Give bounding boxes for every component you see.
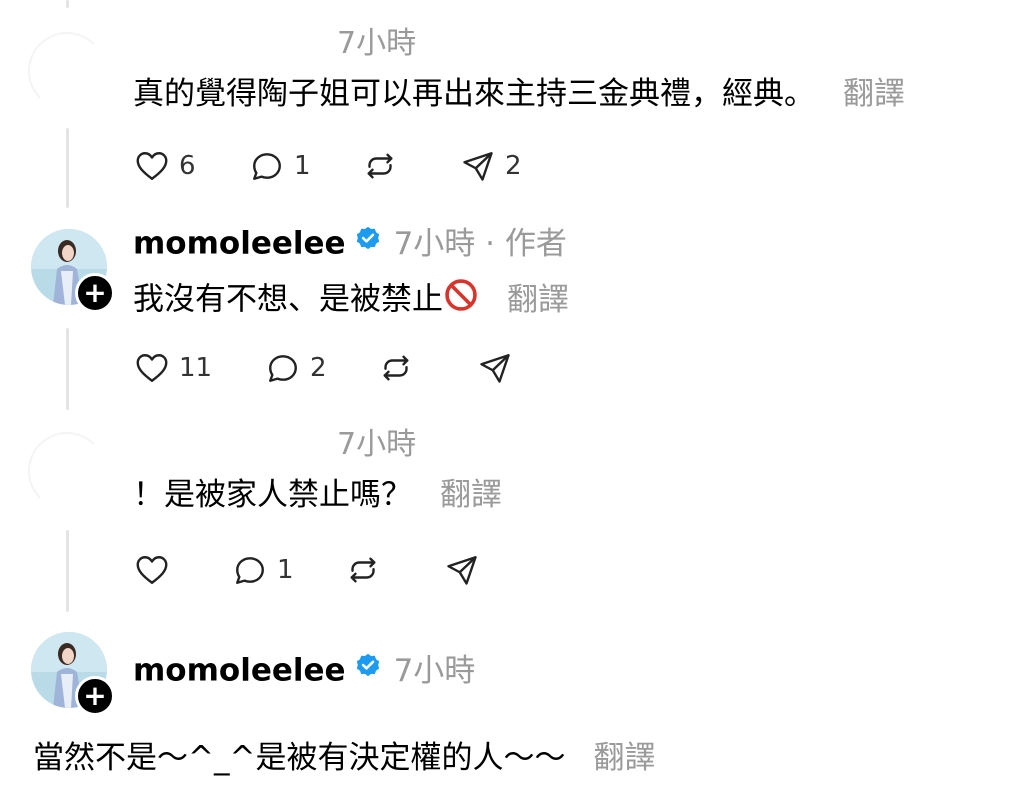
reply-text-content: 當然不是～^_^是被有決定權的人～～: [33, 740, 566, 776]
reply-button[interactable]: 1: [248, 148, 311, 184]
heart-icon: [136, 354, 168, 382]
author-line: momoleelee 7小時: [133, 652, 476, 689]
share-icon: [480, 354, 510, 383]
reply-text: 當然不是～^_^是被有決定權的人～～ 翻譯: [33, 743, 655, 774]
like-button[interactable]: 11: [133, 350, 212, 386]
follow-plus-icon[interactable]: +: [75, 273, 115, 313]
comment-time: 7小時: [337, 427, 417, 462]
heart-icon: [136, 152, 168, 180]
like-count: 11: [179, 353, 213, 383]
translate-link[interactable]: 翻譯: [440, 477, 502, 513]
comment-text: 真的覺得陶子姐可以再出來主持三金典禮，經典。 翻譯: [133, 79, 905, 110]
share-count: 2: [505, 151, 522, 181]
translate-link[interactable]: 翻譯: [593, 740, 655, 776]
like-button[interactable]: 6: [133, 148, 196, 184]
thread-line: [66, 328, 69, 410]
post-meta: 7小時: [393, 652, 476, 689]
reply-button[interactable]: 1: [231, 552, 294, 588]
repost-icon: [383, 355, 409, 381]
reply-count: 1: [294, 151, 311, 181]
comment-text-content: 真的覺得陶子姐可以再出來主持三金典禮，經典。: [133, 76, 815, 112]
share-button[interactable]: 2: [459, 148, 522, 184]
username[interactable]: momoleelee: [133, 653, 346, 689]
avatar[interactable]: [28, 432, 106, 510]
verified-badge-icon: [354, 652, 382, 686]
translate-link[interactable]: 翻譯: [507, 282, 569, 318]
share-icon: [447, 556, 477, 585]
like-button[interactable]: [133, 552, 171, 588]
like-count: 6: [179, 151, 196, 181]
heart-icon: [136, 556, 168, 584]
thread-line: [66, 530, 69, 612]
share-button[interactable]: [443, 552, 481, 588]
username[interactable]: momoleelee: [133, 226, 346, 262]
avatar[interactable]: [28, 32, 106, 110]
thread-line: [66, 128, 69, 208]
comment-text: ！是被家人禁止嗎？ 翻譯: [133, 480, 502, 511]
translate-link[interactable]: 翻譯: [843, 76, 905, 112]
share-icon: [463, 152, 493, 181]
action-bar: 6 1 2: [133, 148, 533, 188]
verified-badge-icon: [354, 225, 382, 259]
repost-button[interactable]: [344, 552, 382, 588]
repost-button[interactable]: [377, 350, 415, 386]
action-bar: 11 2: [133, 350, 533, 390]
action-bar: 1: [133, 552, 533, 592]
reply-count: 1: [277, 555, 294, 585]
username-redacted: [135, 40, 325, 58]
comment-text-content: ！是被家人禁止嗎？: [133, 477, 412, 513]
author-line: momoleelee 7小時 · 作者: [133, 225, 567, 262]
comment-icon: [253, 153, 281, 180]
repost-icon: [367, 153, 393, 179]
share-button[interactable]: [476, 350, 514, 386]
no-entry-emoji: [443, 277, 479, 319]
thread-line: [66, 0, 69, 8]
comment-icon: [236, 557, 264, 584]
reply-button[interactable]: 2: [264, 350, 327, 386]
repost-icon: [350, 557, 376, 583]
reply-count: 2: [310, 353, 327, 383]
reply-text-content: 我沒有不想、是被禁止: [133, 281, 443, 318]
comment-time: 7小時: [337, 26, 417, 61]
repost-button[interactable]: [361, 148, 399, 184]
post-meta: 7小時 · 作者: [393, 225, 567, 262]
follow-plus-icon[interactable]: +: [75, 676, 115, 716]
reply-text: 我沒有不想、是被禁止 翻譯: [133, 277, 569, 322]
comment-icon: [269, 355, 297, 382]
